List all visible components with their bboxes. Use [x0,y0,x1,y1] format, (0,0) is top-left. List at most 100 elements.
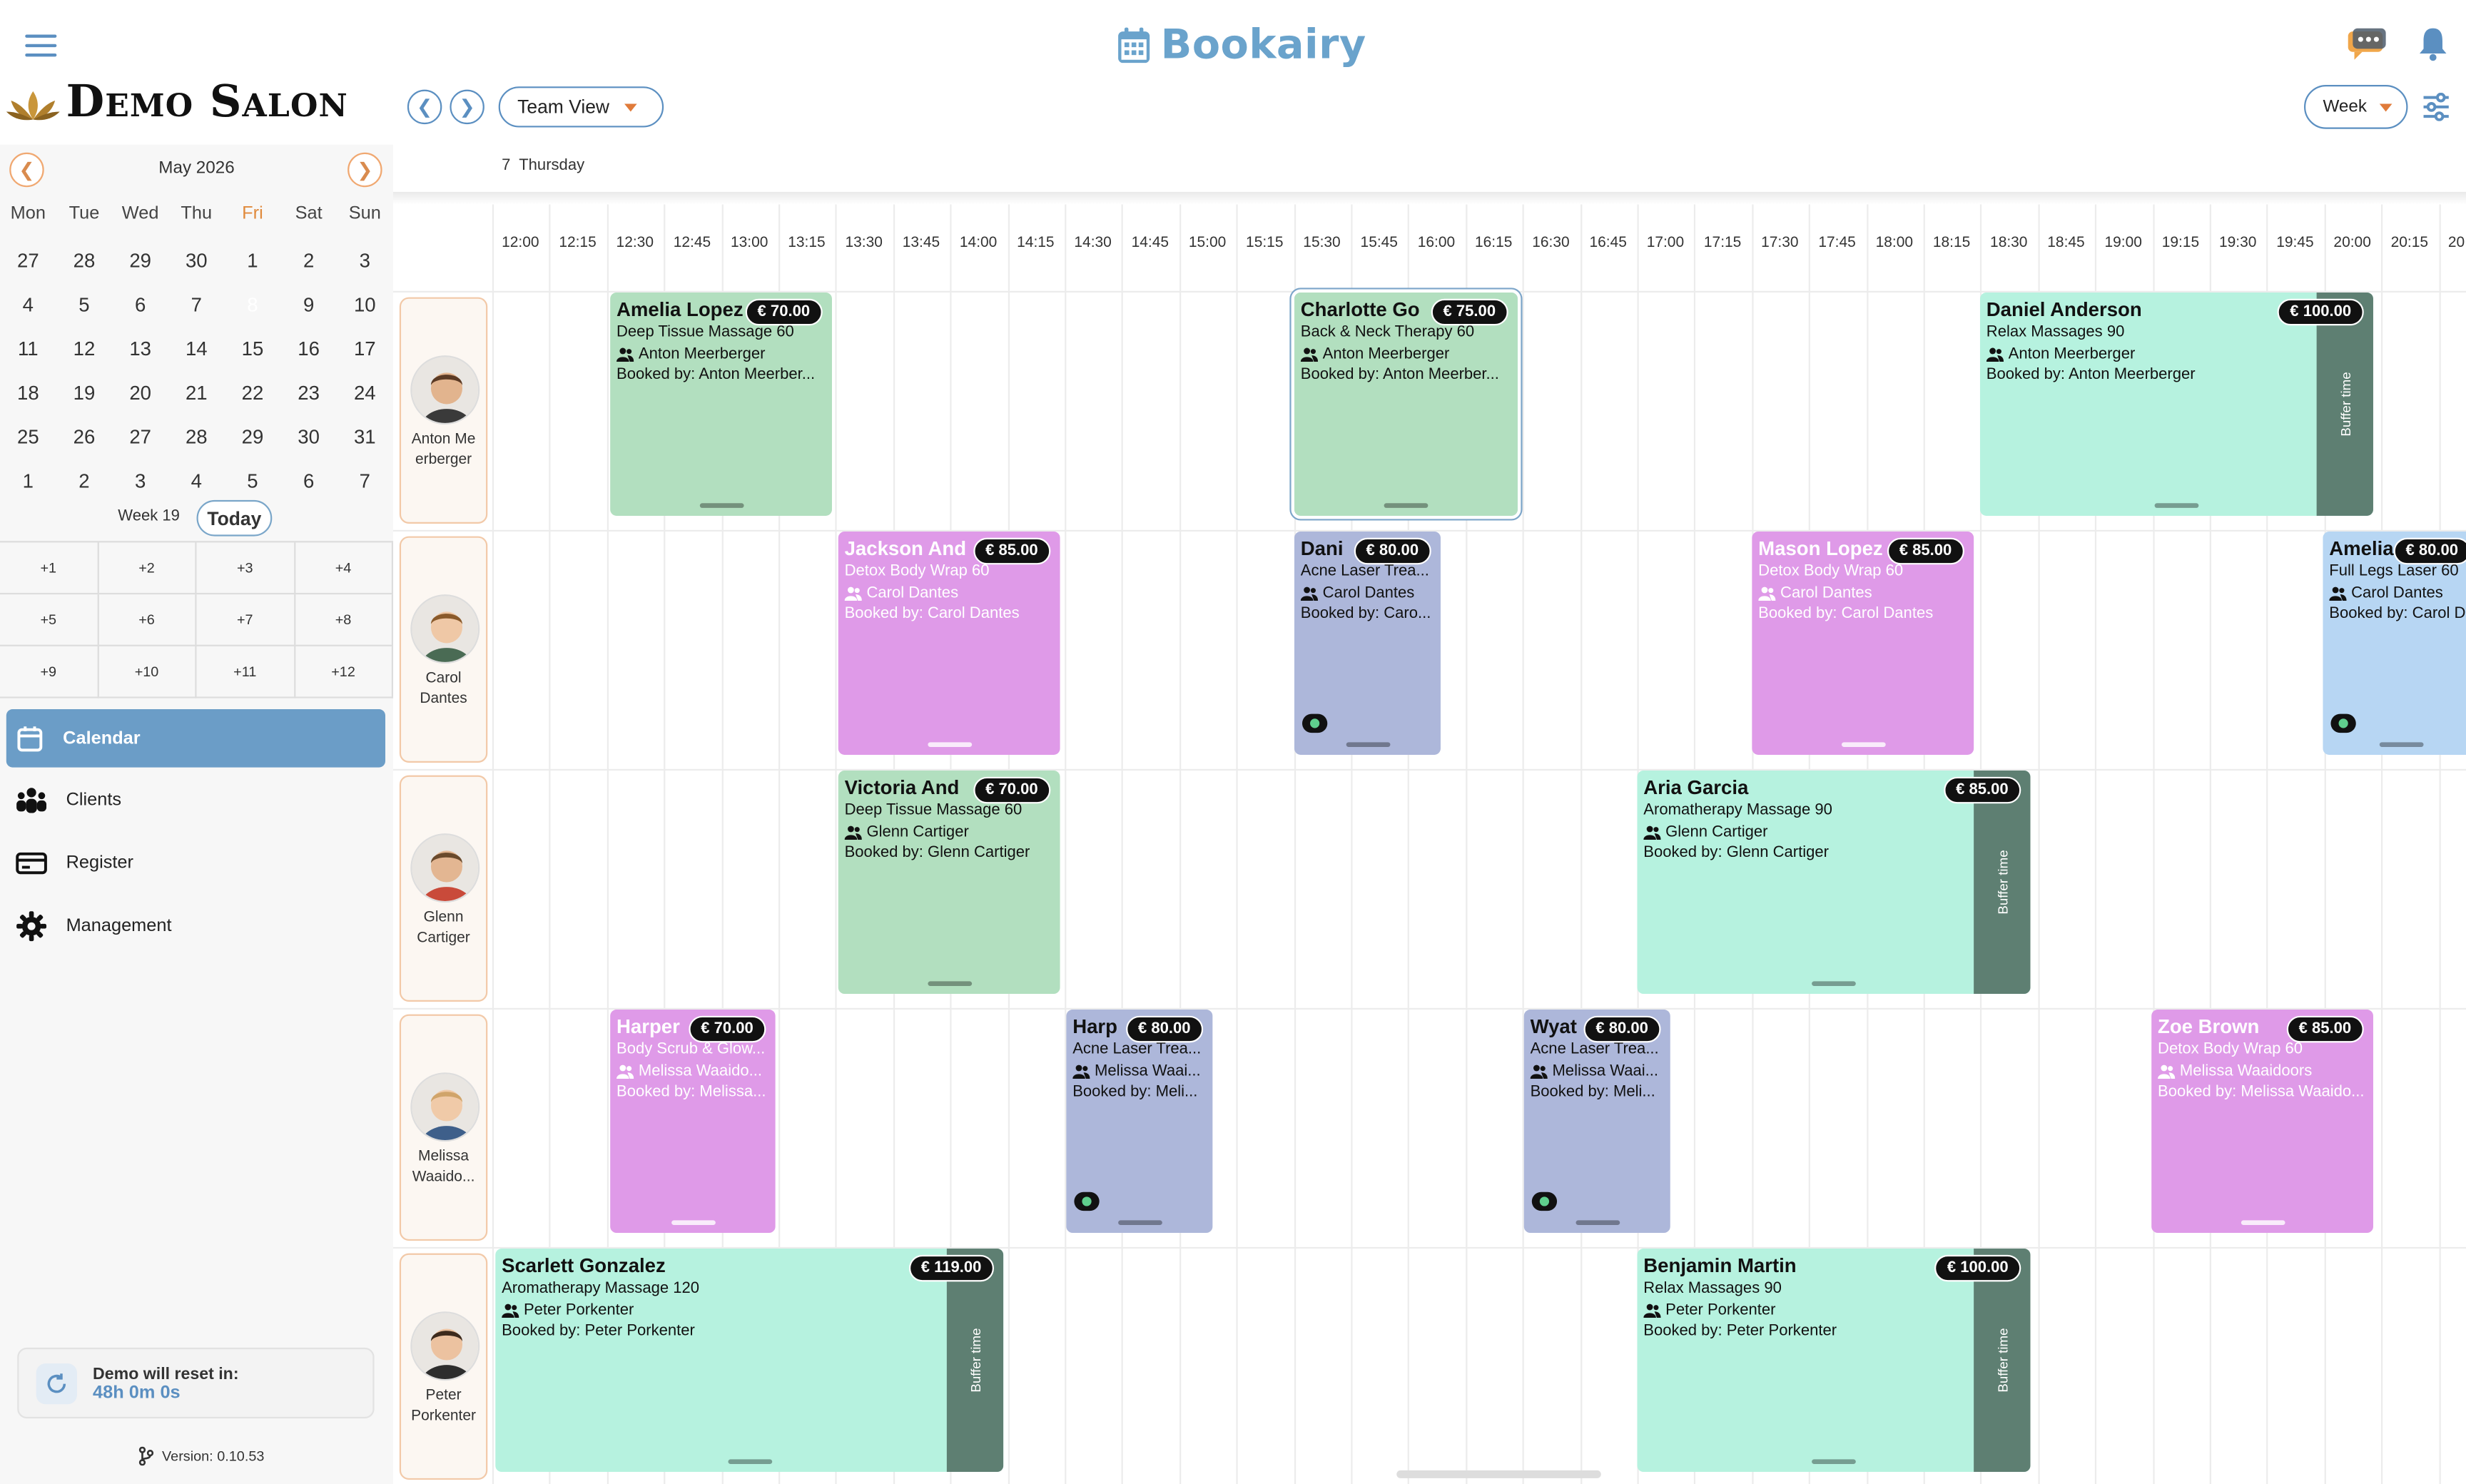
appointment-card[interactable]: Jackson And Detox Body Wrap 60 Carol Dan… [838,531,1060,755]
mini-calendar-day[interactable]: 2 [280,250,337,272]
mini-calendar-day[interactable]: 16 [280,338,337,360]
appointment-card[interactable]: Amelia Lope Full Legs Laser 60 Carol Dan… [2323,531,2466,755]
mini-calendar-day[interactable]: 6 [280,470,337,492]
resize-handle[interactable] [1345,742,1390,747]
week-jump-button[interactable]: +5 [0,594,98,646]
resize-handle[interactable] [1384,503,1429,508]
resize-handle[interactable] [2154,503,2199,508]
resize-handle[interactable] [671,1220,715,1225]
mini-calendar-day[interactable]: 3 [337,250,393,272]
mini-calendar-day[interactable]: 28 [56,250,113,272]
staff-card[interactable]: Peter Porkenter [399,1253,488,1480]
mini-calendar-day[interactable]: 23 [280,382,337,405]
previous-period-button[interactable]: ❮ [407,89,442,125]
week-jump-button[interactable]: +8 [295,594,394,646]
mini-calendar-day[interactable]: 5 [56,294,113,316]
mini-calendar-day[interactable]: 6 [112,294,168,316]
appointment-card[interactable]: Charlotte Go Back & Neck Therapy 60 Anto… [1291,289,1521,519]
week-jump-button[interactable]: +7 [196,594,295,646]
mini-calendar-day[interactable]: 28 [168,426,225,448]
mini-calendar-day[interactable]: 15 [225,338,281,360]
mini-calendar-day[interactable]: 27 [0,250,56,272]
nav-calendar[interactable]: Calendar [6,709,386,768]
mini-calendar-day[interactable]: 29 [112,250,168,272]
staff-card[interactable]: Glenn Cartiger [399,775,488,1002]
mini-calendar-day[interactable]: 18 [0,382,56,405]
week-jump-button[interactable]: +10 [98,646,197,698]
appointment-card[interactable]: Mason Lopez Detox Body Wrap 60 Carol Dan… [1752,531,1974,755]
staff-card[interactable]: Melissa Waaido... [399,1014,488,1241]
mini-calendar-day[interactable]: 25 [0,426,56,448]
appointment-card[interactable]: Zoe Brown Detox Body Wrap 60 Melissa Waa… [2151,1010,2373,1234]
appointment-card[interactable]: Amelia Lopez Deep Tissue Massage 60 Anto… [610,292,832,516]
appointment-card[interactable]: Victoria And Deep Tissue Massage 60 Glen… [838,771,1060,994]
mini-calendar-day[interactable]: 4 [0,294,56,316]
resize-handle[interactable] [927,742,972,747]
week-jump-button[interactable]: +3 [196,542,295,595]
appointment-card[interactable]: Harp Acne Laser Trea... Melissa Waai... … [1066,1010,1213,1234]
notification-bell-icon[interactable] [2417,26,2449,69]
hamburger-menu-icon[interactable] [25,29,57,57]
resize-handle[interactable] [1812,981,1856,986]
mini-calendar-day[interactable]: 24 [337,382,393,405]
staff-card[interactable]: Anton Me erberger [399,297,488,524]
mini-calendar-day[interactable]: 21 [168,382,225,405]
appointment-card[interactable]: Aria Garcia Aromatherapy Massage 90 Glen… [1637,771,2031,994]
today-button[interactable]: Today [196,499,273,537]
mini-calendar-day[interactable]: 13 [112,338,168,360]
nav-register[interactable]: Register [6,833,385,892]
week-jump-button[interactable]: +1 [0,542,98,595]
mini-calendar-day[interactable]: 7 [168,294,225,316]
resize-handle[interactable] [927,981,972,986]
week-jump-button[interactable]: +4 [295,542,394,595]
week-jump-button[interactable]: +11 [196,646,295,698]
mini-calendar-day[interactable]: 3 [112,470,168,492]
mini-calendar-day[interactable]: 10 [337,294,393,316]
staff-card[interactable]: Carol Dantes [399,536,488,763]
nav-clients[interactable]: Clients [6,771,385,829]
mini-calendar-day[interactable]: 27 [112,426,168,448]
mini-calendar-day-selected[interactable]: 8 [225,283,281,326]
mini-calendar-day[interactable]: 12 [56,338,113,360]
resize-handle[interactable] [1575,1220,1620,1225]
resize-handle[interactable] [1840,742,1885,747]
resize-handle[interactable] [1812,1459,1856,1465]
mini-calendar-day[interactable]: 30 [168,250,225,272]
mini-calendar-day[interactable]: 19 [56,382,113,405]
mini-calendar-day[interactable]: 14 [168,338,225,360]
mini-calendar-day[interactable]: 4 [168,470,225,492]
resize-handle[interactable] [2240,1220,2285,1225]
week-jump-button[interactable]: +2 [98,542,197,595]
mini-calendar-day[interactable]: 26 [56,426,113,448]
mini-calendar-day[interactable]: 31 [337,426,393,448]
next-period-button[interactable]: ❯ [450,89,484,125]
appointment-card[interactable]: Harper Body Scrub & Glow... Melissa Waai… [610,1010,776,1234]
mini-calendar-day[interactable]: 22 [225,382,281,405]
mini-calendar-day[interactable]: 17 [337,338,393,360]
appointment-card[interactable]: Scarlett Gonzalez Aromatherapy Massage 1… [495,1249,1004,1473]
nav-management[interactable]: Management [6,896,385,955]
mini-calendar-day[interactable]: 20 [112,382,168,405]
mini-calendar-day[interactable]: 1 [0,470,56,492]
mini-calendar-day[interactable]: 30 [280,426,337,448]
appointment-card[interactable]: Dani Acne Laser Trea... Carol Dantes Boo… [1294,531,1441,755]
resize-handle[interactable] [2379,742,2424,747]
appointment-card[interactable]: Benjamin Martin Relax Massages 90 Peter … [1637,1249,2031,1473]
appointment-card[interactable]: Wyat Acne Laser Trea... Melissa Waai... … [1523,1010,1670,1234]
mini-calendar-day[interactable]: 1 [225,250,281,272]
filter-settings-icon[interactable] [2422,92,2450,129]
week-jump-button[interactable]: +9 [0,646,98,698]
range-selector-dropdown[interactable]: Week [2304,85,2408,129]
resize-handle[interactable] [699,503,744,508]
mini-calendar-day[interactable]: 5 [225,470,281,492]
mini-calendar-day[interactable]: 2 [56,470,113,492]
mini-calendar-day[interactable]: 11 [0,338,56,360]
resize-handle[interactable] [1117,1220,1162,1225]
mini-calendar-day[interactable]: 29 [225,426,281,448]
mini-calendar-day[interactable]: 9 [280,294,337,316]
view-selector-dropdown[interactable]: Team View [498,86,664,128]
mini-calendar-day[interactable]: 7 [337,470,393,492]
week-jump-button[interactable]: +6 [98,594,197,646]
appointment-card[interactable]: Daniel Anderson Relax Massages 90 Anton … [1979,292,2373,516]
chat-icon[interactable] [2347,28,2388,71]
